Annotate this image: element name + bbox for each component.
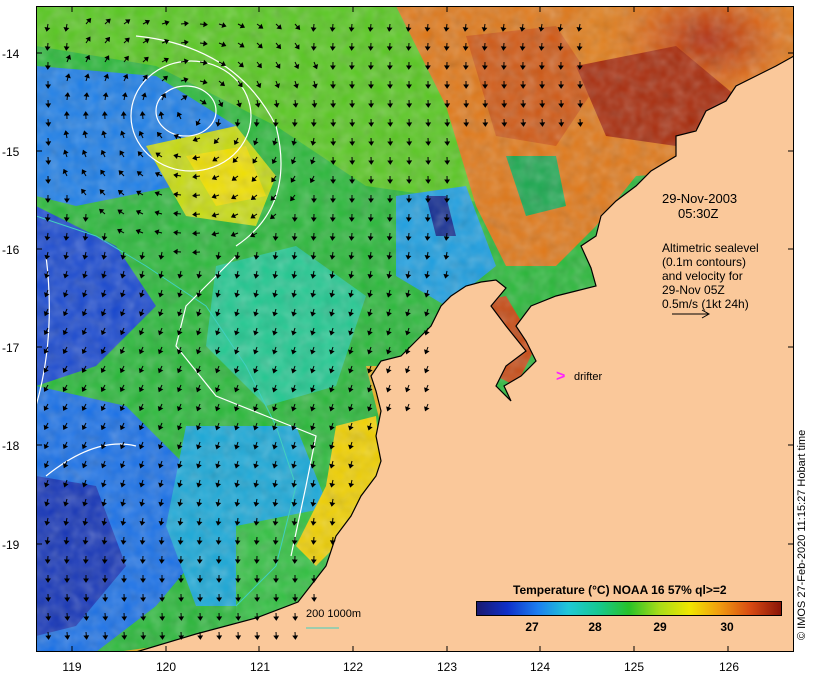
lon-label-126: 126 bbox=[718, 660, 740, 674]
colorbar-tick-30: 30 bbox=[720, 620, 734, 634]
lat-label-15: -15 bbox=[2, 145, 20, 159]
lon-label-125: 125 bbox=[623, 660, 645, 674]
lat-label-16: -16 bbox=[2, 243, 20, 257]
lat-label-14: -14 bbox=[2, 47, 20, 61]
colorbar-tick-29: 29 bbox=[653, 620, 667, 634]
legend-line-3: and velocity for bbox=[662, 269, 743, 283]
depth-legend-label: 200 1000m bbox=[306, 608, 362, 620]
colorbar-tick-28: 28 bbox=[588, 620, 602, 634]
lon-label-121: 121 bbox=[249, 660, 271, 674]
lon-label-120: 120 bbox=[155, 660, 177, 674]
colorbar-tick-27: 27 bbox=[525, 620, 539, 634]
lat-label-17: -17 bbox=[2, 341, 20, 355]
lat-label-19: -19 bbox=[2, 538, 20, 552]
legend-line-4: 29-Nov 05Z bbox=[662, 283, 725, 297]
map-canvas bbox=[36, 6, 794, 652]
drifter-marker: > bbox=[556, 368, 566, 385]
legend-line-1: Altimetric sealevel bbox=[662, 241, 759, 255]
time-label: 05:30Z bbox=[678, 206, 719, 221]
lon-label-119: 119 bbox=[62, 660, 82, 674]
legend-line-5: 0.5m/s (1kt 24h) bbox=[662, 297, 749, 311]
legend-line-2: (0.1m contours) bbox=[662, 255, 747, 269]
drifter-label: drifter bbox=[574, 371, 603, 383]
colorbar-title: Temperature (°C) NOAA 16 57% ql>=2 bbox=[513, 583, 727, 597]
lon-label-124: 124 bbox=[529, 660, 551, 674]
lon-label-123: 123 bbox=[436, 660, 458, 674]
credit-text: © IMOS 27-Feb-2020 11:15:27 Hobart time bbox=[796, 429, 808, 640]
date-label: 29-Nov-2003 bbox=[662, 191, 738, 206]
colorbar bbox=[476, 601, 782, 616]
lon-label-122: 122 bbox=[342, 660, 364, 674]
lat-label-18: -18 bbox=[2, 439, 20, 453]
sst-map[interactable] bbox=[36, 6, 794, 652]
